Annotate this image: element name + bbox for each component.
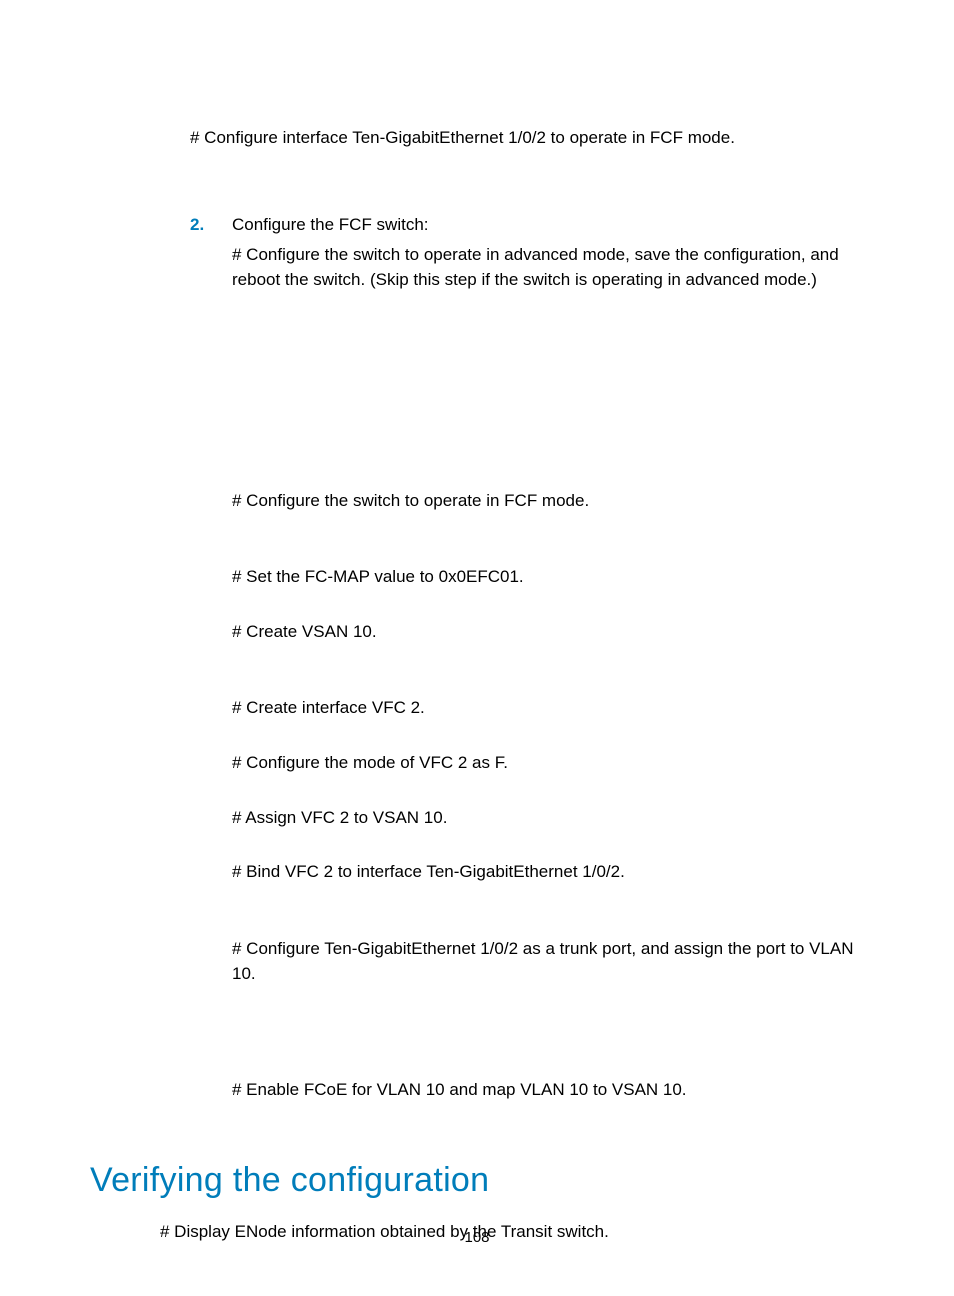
hash-line: # Enable FCoE for VLAN 10 and map VLAN 1… xyxy=(232,1078,864,1103)
step-row: 2. Configure the FCF switch: # Configure… xyxy=(190,213,864,1103)
hash-line: # Configure the switch to operate in FCF… xyxy=(232,489,864,514)
section-heading: Verifying the configuration xyxy=(90,1161,864,1200)
hash-line: # Set the FC-MAP value to 0x0EFC01. xyxy=(232,565,864,590)
hash-line: # Configure the mode of VFC 2 as F. xyxy=(232,751,864,776)
body-column: # Configure interface Ten-GigabitEtherne… xyxy=(190,126,864,1103)
step-intro: # Configure the switch to operate in adv… xyxy=(232,243,864,292)
hash-line: # Create VSAN 10. xyxy=(232,620,864,645)
hash-line: # Create interface VFC 2. xyxy=(232,696,864,721)
page: # Configure interface Ten-GigabitEtherne… xyxy=(0,0,954,1296)
hash-line: # Bind VFC 2 to interface Ten-GigabitEth… xyxy=(232,860,864,885)
hash-line-top: # Configure interface Ten-GigabitEtherne… xyxy=(190,126,864,151)
hash-line: # Assign VFC 2 to VSAN 10. xyxy=(232,806,864,831)
hash-line: # Configure Ten-GigabitEthernet 1/0/2 as… xyxy=(232,937,864,986)
step-number: 2. xyxy=(190,213,232,235)
step-title: Configure the FCF switch: xyxy=(232,213,864,238)
page-number: 108 xyxy=(0,1229,954,1246)
step-content: Configure the FCF switch: # Configure th… xyxy=(232,213,864,1103)
